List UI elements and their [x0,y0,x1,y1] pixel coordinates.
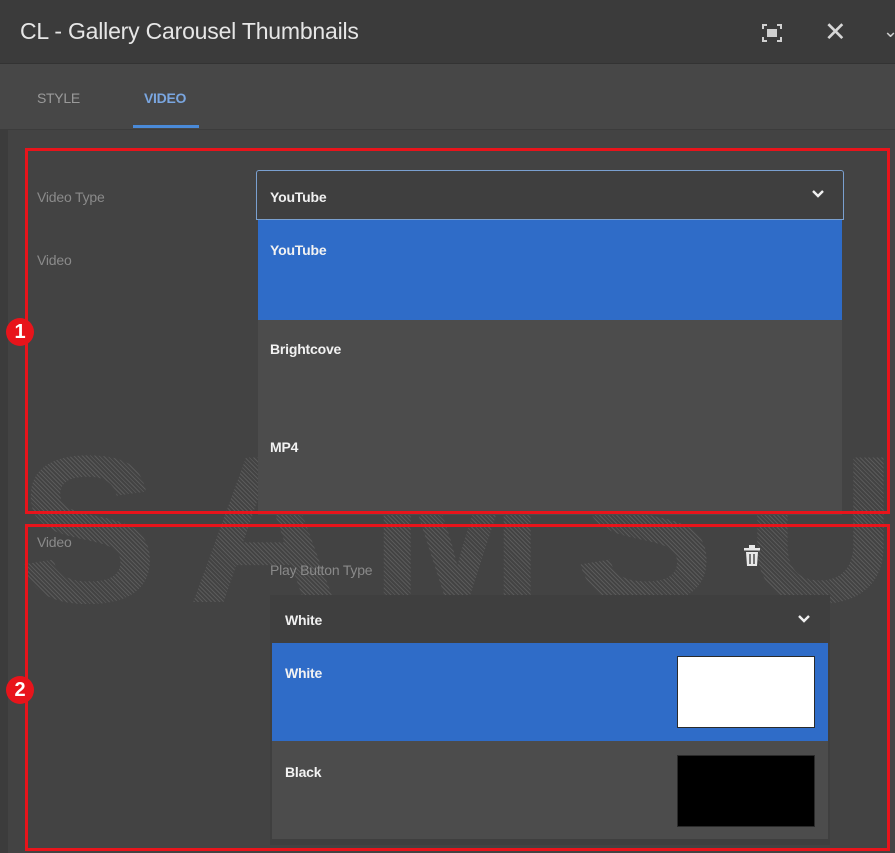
chevron-icon[interactable]: ⌄ [883,18,895,44]
annotation-marker-1: 1 [6,318,34,346]
annotation-box-1 [25,148,890,514]
annotation-marker-2: 2 [6,676,34,704]
annotation-box-2 [25,524,890,851]
close-icon[interactable]: ✕ [824,19,847,46]
active-tab-indicator [133,125,199,128]
tab-video[interactable]: VIDEO [144,90,186,106]
dialog-title: CL - Gallery Carousel Thumbnails [20,18,359,44]
tab-style[interactable]: STYLE [37,90,80,106]
fullscreen-icon[interactable] [760,22,784,44]
panel-edge [0,130,8,853]
tab-bar [0,64,895,130]
